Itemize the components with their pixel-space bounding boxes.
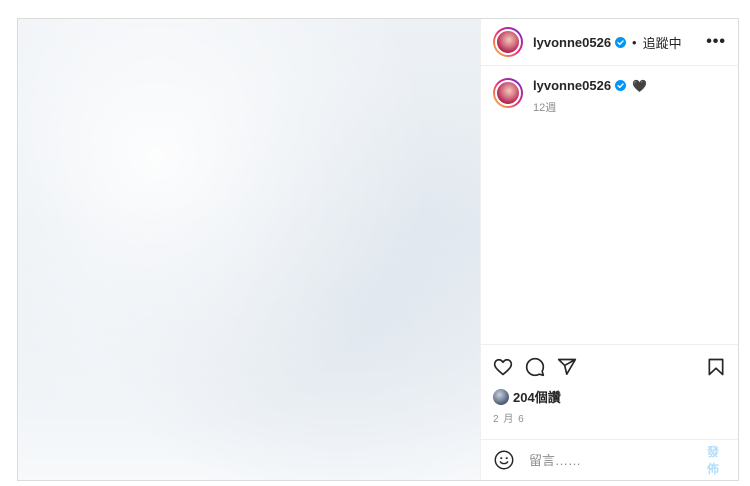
- post-dialog: lyvonne0526 • 追蹤中 ••• lyvonne0526 🖤 12週 …: [17, 18, 739, 481]
- caption-avatar[interactable]: [493, 78, 523, 108]
- post-sidebar: lyvonne0526 • 追蹤中 ••• lyvonne0526 🖤 12週 …: [481, 19, 738, 480]
- author-username[interactable]: lyvonne0526: [533, 35, 611, 50]
- post-image[interactable]: [18, 19, 481, 480]
- action-bar: 204個讚 2 月 6: [481, 344, 738, 425]
- caption: lyvonne0526 🖤 12週: [481, 66, 738, 127]
- send-icon[interactable]: [557, 357, 577, 377]
- post-comment-button[interactable]: 發佈: [707, 443, 726, 477]
- caption-text: 🖤: [632, 78, 647, 93]
- caption-username[interactable]: lyvonne0526: [533, 78, 611, 93]
- comment-bar: 發佈: [481, 439, 738, 480]
- more-icon[interactable]: •••: [706, 33, 726, 51]
- post-header: lyvonne0526 • 追蹤中 •••: [481, 19, 738, 66]
- following-button[interactable]: 追蹤中: [643, 33, 682, 52]
- verified-badge-icon: [615, 36, 627, 48]
- comment-input[interactable]: [527, 451, 707, 469]
- post-date[interactable]: 2 月 6: [493, 410, 726, 425]
- liker-avatar: [493, 388, 509, 405]
- verified-badge-icon: [615, 80, 627, 91]
- likes-text: 204個讚: [513, 390, 561, 405]
- comment-icon[interactable]: [525, 357, 545, 377]
- likes-count[interactable]: 204個讚: [493, 387, 726, 406]
- header-separator: •: [632, 34, 637, 50]
- caption-time[interactable]: 12週: [533, 99, 647, 115]
- emoji-icon[interactable]: [493, 449, 515, 471]
- bookmark-icon[interactable]: [706, 357, 726, 377]
- author-avatar[interactable]: [493, 27, 523, 57]
- heart-icon[interactable]: [493, 357, 513, 377]
